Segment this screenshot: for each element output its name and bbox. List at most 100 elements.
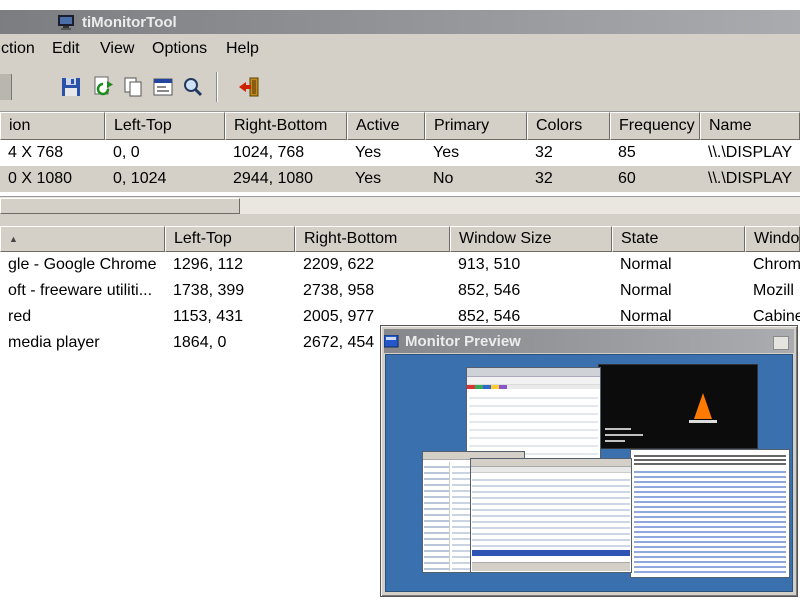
- menu-options[interactable]: Options: [147, 34, 212, 64]
- copy-button[interactable]: [120, 74, 146, 100]
- cell: 4 X 768: [0, 140, 105, 166]
- menu-edit[interactable]: Edit: [47, 34, 85, 64]
- cell: 0, 0: [105, 140, 225, 166]
- cell: oft - freeware utiliti...: [0, 278, 165, 304]
- col-right-bottom[interactable]: Right-Bottom: [295, 226, 450, 252]
- preview-window-icon: [384, 335, 399, 348]
- find-icon: [181, 75, 205, 99]
- cell: 1024, 768: [225, 140, 347, 166]
- web-page-heading-lines: [634, 453, 786, 465]
- clipped-toolbar-icon[interactable]: [0, 74, 12, 100]
- col-left-top[interactable]: Left-Top: [105, 112, 225, 140]
- sort-ascending-icon: ▲: [9, 234, 18, 244]
- scrollbar-thumb[interactable]: [0, 198, 240, 214]
- file-list-status-bar: [472, 562, 630, 571]
- file-list-toolbar: [471, 459, 631, 467]
- window-row-1[interactable]: gle - Google Chrome 1296, 112 2209, 622 …: [0, 252, 800, 278]
- cell: 32: [527, 140, 610, 166]
- save-icon: [59, 75, 83, 99]
- cell: 0, 1024: [105, 166, 225, 192]
- col-right-bottom[interactable]: Right-Bottom: [225, 112, 347, 140]
- chrome-bookmarks-bar: [467, 385, 600, 389]
- preview-window-title: Monitor Preview: [405, 333, 521, 350]
- cell: Yes: [425, 140, 527, 166]
- cell: 2738, 958: [295, 278, 450, 304]
- toolbar-separator: [216, 72, 218, 102]
- cell: media player: [0, 330, 165, 356]
- cell: 1153, 431: [165, 304, 295, 330]
- cell: 0 X 1080: [0, 166, 105, 192]
- col-name[interactable]: Name: [700, 112, 800, 140]
- file-list-selected-row: [472, 550, 630, 556]
- cell: \\.\DISPLAY: [700, 140, 800, 166]
- explorer-tree-pane: [424, 462, 450, 571]
- monitor-row-1[interactable]: 4 X 768 0, 0 1024, 768 Yes Yes 32 85 \\.…: [0, 140, 800, 166]
- col-active[interactable]: Active: [347, 112, 425, 140]
- web-page-thumbnail: [630, 449, 790, 578]
- menu-help[interactable]: Help: [221, 34, 264, 64]
- cell: 2944, 1080: [225, 166, 347, 192]
- preview-desktop: [385, 354, 793, 592]
- menu-view[interactable]: View: [95, 34, 139, 64]
- col-colors[interactable]: Colors: [527, 112, 610, 140]
- web-page-text-lines: [634, 468, 786, 574]
- properties-button[interactable]: [150, 74, 176, 100]
- monitors-table-header: ion Left-Top Right-Bottom Active Primary…: [0, 112, 800, 140]
- save-button[interactable]: [58, 74, 84, 100]
- exit-button[interactable]: [236, 74, 262, 100]
- cell: Normal: [612, 278, 745, 304]
- cell: 913, 510: [450, 252, 612, 278]
- chrome-browser-thumbnail: [466, 367, 601, 462]
- vlc-player-thumbnail: [598, 364, 758, 449]
- preview-titlebar-button[interactable]: [773, 336, 789, 350]
- col-window[interactable]: Windo: [745, 226, 800, 252]
- cell: red: [0, 304, 165, 330]
- properties-icon: [151, 75, 175, 99]
- vlc-text-line: [605, 440, 625, 442]
- vlc-text-line: [605, 434, 643, 436]
- app-icon: [58, 15, 76, 30]
- titlebar[interactable]: tiMonitorTool: [0, 10, 800, 34]
- vlc-cone-base: [689, 420, 717, 423]
- cell: \\.\DISPLAY: [700, 166, 800, 192]
- col-primary[interactable]: Primary: [425, 112, 527, 140]
- cell: 2209, 622: [295, 252, 450, 278]
- multimonitortool-window: tiMonitorTool ction Edit View Options He…: [0, 10, 800, 600]
- exit-icon: [237, 75, 261, 99]
- col-resolution[interactable]: ion: [0, 112, 105, 140]
- chrome-address-bar: [467, 377, 600, 385]
- vlc-cone-icon: [694, 393, 712, 419]
- col-window-size[interactable]: Window Size: [450, 226, 612, 252]
- copy-icon: [121, 75, 145, 99]
- refresh-button[interactable]: [90, 74, 116, 100]
- col-state[interactable]: State: [612, 226, 745, 252]
- cell: 1864, 0: [165, 330, 295, 356]
- windows-table-header: ▲ Left-Top Right-Bottom Window Size Stat…: [0, 226, 800, 252]
- monitors-list: 4 X 768 0, 0 1024, 768 Yes Yes 32 85 \\.…: [0, 140, 800, 196]
- cell: Normal: [612, 252, 745, 278]
- cell: 1296, 112: [165, 252, 295, 278]
- refresh-icon: [91, 75, 115, 99]
- horizontal-scrollbar[interactable]: [0, 196, 800, 214]
- monitor-row-2[interactable]: 0 X 1080 0, 1024 2944, 1080 Yes No 32 60…: [0, 166, 800, 192]
- file-list-column-header: [471, 467, 631, 473]
- cell: 852, 546: [450, 278, 612, 304]
- cell: No: [425, 166, 527, 192]
- cell: 32: [527, 166, 610, 192]
- cell: Mozill: [745, 278, 800, 304]
- cell: Yes: [347, 140, 425, 166]
- col-left-top[interactable]: Left-Top: [165, 226, 295, 252]
- find-button[interactable]: [180, 74, 206, 100]
- col-frequency[interactable]: Frequency: [610, 112, 700, 140]
- screen: { "titlebar": { "title": "tiMonitorTool"…: [0, 0, 800, 600]
- preview-titlebar[interactable]: Monitor Preview: [384, 329, 794, 353]
- col-window-title[interactable]: ▲: [0, 226, 165, 252]
- monitor-preview-window: Monitor Preview: [380, 325, 798, 597]
- cell: 1738, 399: [165, 278, 295, 304]
- vlc-text-line: [605, 428, 631, 430]
- cell: Chrom: [745, 252, 800, 278]
- chrome-tab-strip: [467, 368, 600, 377]
- toolbar: [0, 64, 800, 112]
- window-row-2[interactable]: oft - freeware utiliti... 1738, 399 2738…: [0, 278, 800, 304]
- menu-file[interactable]: ction: [0, 34, 40, 64]
